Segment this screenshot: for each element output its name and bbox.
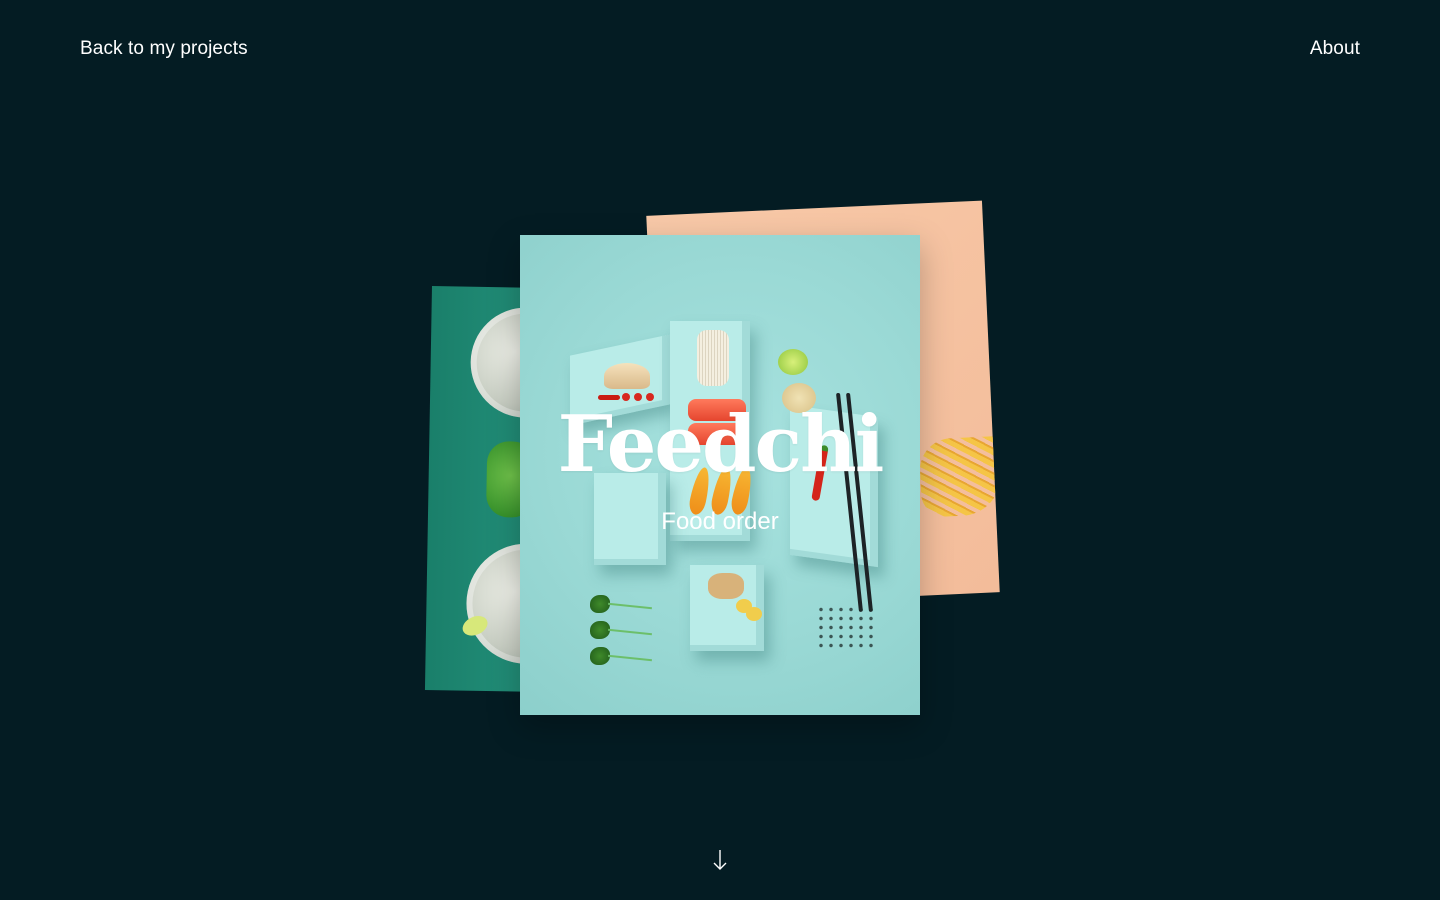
lime-image <box>778 349 808 375</box>
dumpling-image <box>604 363 650 389</box>
herb-stem <box>608 654 652 662</box>
project-page: Back to my projects About Feedchi Food o… <box>0 0 1440 900</box>
project-subtitle: Food order <box>661 508 779 535</box>
ginger-image <box>708 573 744 599</box>
ginger-slice-image <box>746 607 762 621</box>
seeds-image <box>816 605 876 649</box>
project-title: Feedchi <box>557 399 885 490</box>
herb-stem <box>608 602 652 610</box>
project-card-stack: Feedchi Food order <box>0 0 1440 900</box>
herb-stem <box>608 628 652 636</box>
noodles-image <box>697 330 729 386</box>
arrow-down-icon[interactable] <box>711 848 729 872</box>
